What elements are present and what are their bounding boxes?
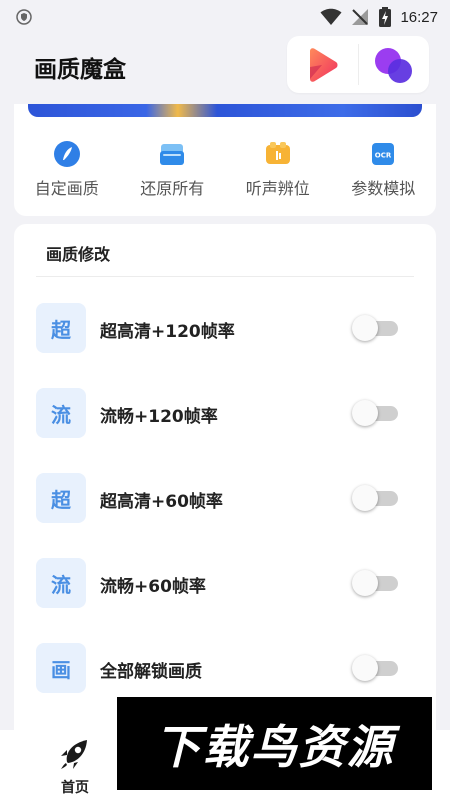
option-label: 超高清+120帧率 — [100, 322, 235, 342]
option-label: 流畅+60帧率 — [100, 577, 206, 597]
quick-actions: 自定画质 还原所有 听声辨位 OCR 参数模拟 — [14, 140, 436, 199]
app-header: 画质魔盒 — [0, 34, 450, 102]
banner[interactable] — [28, 104, 422, 117]
option-row: 超 超高清+120帧率 — [36, 303, 414, 353]
nav-item-home[interactable]: 首页 — [30, 730, 120, 800]
play-button[interactable] — [287, 36, 358, 93]
option-toggle[interactable] — [352, 569, 400, 597]
option-badge: 画 — [36, 643, 86, 693]
section-title: 画质修改 — [46, 245, 111, 264]
divider — [36, 276, 414, 277]
circles-icon — [374, 47, 412, 83]
option-toggle[interactable] — [352, 484, 400, 512]
header-actions — [287, 36, 429, 93]
option-label: 全部解锁画质 — [100, 662, 202, 682]
quick-action-label: 听声辨位 — [245, 179, 310, 198]
no-signal-icon — [352, 9, 369, 25]
play-icon — [310, 47, 338, 82]
wifi-icon — [320, 8, 342, 25]
option-row: 超 超高清+60帧率 — [36, 473, 414, 523]
app-title: 画质魔盒 — [34, 57, 126, 83]
brush-icon — [53, 140, 81, 168]
watermark: 下载鸟资源 — [117, 697, 432, 790]
option-badge: 流 — [36, 558, 86, 608]
option-row: 画 全部解锁画质 — [36, 643, 414, 693]
option-toggle[interactable] — [352, 314, 400, 342]
sound-icon — [264, 140, 292, 168]
option-row: 流 流畅+120帧率 — [36, 388, 414, 438]
option-label: 超高清+60帧率 — [100, 492, 223, 512]
status-time: 16:27 — [400, 8, 438, 26]
restore-icon — [158, 140, 186, 168]
status-bar: 16:27 — [0, 0, 450, 34]
option-label: 流畅+120帧率 — [100, 407, 218, 427]
circles-button[interactable] — [359, 36, 430, 93]
watermark-text: 下载鸟资源 — [154, 719, 395, 774]
quick-action-param-simulate[interactable]: OCR 参数模拟 — [331, 140, 437, 199]
ocr-icon: OCR — [369, 140, 397, 168]
ocr-text: OCR — [375, 152, 392, 160]
battery-charging-icon — [379, 7, 392, 27]
quick-action-custom-quality[interactable]: 自定画质 — [14, 140, 120, 199]
option-badge: 流 — [36, 388, 86, 438]
quick-action-sound-locate[interactable]: 听声辨位 — [225, 140, 331, 199]
quick-actions-card: 自定画质 还原所有 听声辨位 OCR 参数模拟 — [14, 104, 436, 216]
option-row: 流 流畅+60帧率 — [36, 558, 414, 608]
option-toggle[interactable] — [352, 399, 400, 427]
quick-action-label: 参数模拟 — [351, 179, 416, 198]
option-badge: 超 — [36, 473, 86, 523]
option-badge: 超 — [36, 303, 86, 353]
option-toggle[interactable] — [352, 654, 400, 682]
quick-action-restore-all[interactable]: 还原所有 — [120, 140, 226, 199]
quick-action-label: 自定画质 — [34, 179, 99, 198]
quick-action-label: 还原所有 — [140, 179, 205, 198]
nav-label-home: 首页 — [61, 780, 89, 796]
shield-icon — [16, 9, 32, 25]
rocket-icon — [55, 734, 95, 774]
